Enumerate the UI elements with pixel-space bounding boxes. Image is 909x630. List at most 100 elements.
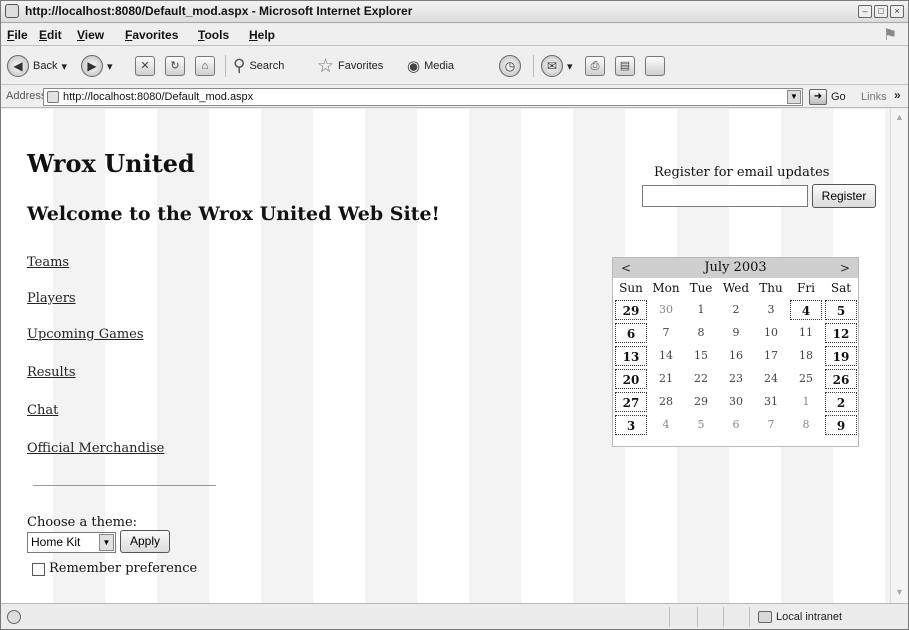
calendar-day[interactable]: 8 bbox=[790, 415, 822, 435]
calendar-day[interactable]: 4 bbox=[650, 415, 682, 435]
calendar-day[interactable]: 2 bbox=[825, 392, 857, 412]
chevron-down-icon[interactable]: ▼ bbox=[99, 534, 114, 551]
address-url: http://localhost:8080/Default_mod.aspx bbox=[63, 91, 254, 103]
calendar-day[interactable]: 4 bbox=[790, 300, 822, 320]
go-arrow-icon[interactable]: ➜ bbox=[809, 89, 827, 105]
mail-button[interactable]: ✉ ▾ bbox=[541, 53, 573, 79]
calendar-day[interactable]: 23 bbox=[720, 369, 752, 389]
calendar-day[interactable]: 12 bbox=[825, 323, 857, 343]
calendar-day[interactable]: 26 bbox=[825, 369, 857, 389]
calendar-day[interactable]: 31 bbox=[755, 392, 787, 412]
remember-preference-checkbox[interactable] bbox=[32, 563, 45, 576]
forward-dropdown-icon[interactable]: ▾ bbox=[107, 60, 113, 73]
back-dropdown-icon[interactable]: ▾ bbox=[61, 60, 67, 73]
links-label[interactable]: Links bbox=[861, 91, 887, 103]
calendar-day[interactable]: 5 bbox=[825, 300, 857, 320]
scroll-up-icon[interactable]: ▲ bbox=[893, 111, 906, 124]
register-button[interactable]: Register bbox=[812, 184, 876, 208]
calendar-day[interactable]: 21 bbox=[650, 369, 682, 389]
menu-file[interactable]: File bbox=[7, 28, 28, 42]
calendar-day[interactable]: 8 bbox=[685, 323, 717, 343]
calendar-day[interactable]: 25 bbox=[790, 369, 822, 389]
calendar-day[interactable]: 27 bbox=[615, 392, 647, 412]
apply-button[interactable]: Apply bbox=[120, 530, 170, 553]
calendar-day[interactable]: 2 bbox=[720, 300, 752, 320]
mail-dropdown-icon[interactable]: ▾ bbox=[567, 60, 573, 73]
calendar-day[interactable]: 16 bbox=[720, 346, 752, 366]
calendar-day[interactable]: 3 bbox=[755, 300, 787, 320]
nav-link-players[interactable]: Players bbox=[27, 291, 76, 306]
calendar-day[interactable]: 14 bbox=[650, 346, 682, 366]
minimize-icon[interactable]: – bbox=[858, 5, 872, 18]
windows-logo-icon: ⚑ bbox=[882, 27, 898, 44]
address-dropdown-icon[interactable]: ▼ bbox=[787, 90, 801, 104]
calendar-day[interactable]: 9 bbox=[720, 323, 752, 343]
calendar-weekday: Mon bbox=[652, 281, 680, 295]
calendar-day[interactable]: 6 bbox=[720, 415, 752, 435]
calendar-day[interactable]: 30 bbox=[650, 300, 682, 320]
calendar-day[interactable]: 9 bbox=[825, 415, 857, 435]
menu-tools[interactable]: Tools bbox=[198, 28, 229, 42]
calendar-day[interactable]: 29 bbox=[685, 392, 717, 412]
calendar-day[interactable]: 1 bbox=[790, 392, 822, 412]
search-button[interactable]: ⚲ Search bbox=[233, 53, 284, 79]
print-button[interactable]: ⎙ bbox=[585, 53, 605, 79]
menu-bar: File Edit View Favorites Tools Help ⚑ bbox=[1, 24, 908, 46]
nav-link-teams[interactable]: Teams bbox=[27, 255, 69, 270]
discuss-button[interactable] bbox=[645, 53, 665, 79]
status-divider bbox=[749, 607, 750, 627]
go-button[interactable]: Go bbox=[831, 91, 846, 103]
calendar-next-month[interactable]: > bbox=[840, 261, 850, 275]
theme-select[interactable]: Home Kit ▼ bbox=[27, 532, 116, 553]
calendar-day[interactable]: 24 bbox=[755, 369, 787, 389]
vertical-scrollbar[interactable]: ▲ ▼ bbox=[890, 109, 908, 603]
close-icon[interactable]: × bbox=[890, 5, 904, 18]
history-button[interactable]: ◷ bbox=[499, 53, 521, 79]
calendar-day[interactable]: 20 bbox=[615, 369, 647, 389]
calendar-day[interactable]: 19 bbox=[825, 346, 857, 366]
nav-link-official-merchandise[interactable]: Official Merchandise bbox=[27, 441, 164, 456]
menu-favorites[interactable]: Favorites bbox=[125, 28, 178, 42]
edit-button[interactable]: ▤ bbox=[615, 53, 635, 79]
site-title: Wrox United bbox=[27, 149, 195, 178]
calendar-day[interactable]: 7 bbox=[755, 415, 787, 435]
calendar-day[interactable]: 18 bbox=[790, 346, 822, 366]
register-label: Register for email updates bbox=[654, 165, 830, 180]
calendar-day[interactable]: 30 bbox=[720, 392, 752, 412]
calendar-day[interactable]: 29 bbox=[615, 300, 647, 320]
menu-help[interactable]: Help bbox=[249, 28, 275, 42]
menu-view[interactable]: View bbox=[77, 28, 104, 42]
email-field[interactable] bbox=[642, 185, 808, 207]
stop-button[interactable]: ✕ bbox=[135, 53, 155, 79]
calendar-day[interactable]: 22 bbox=[685, 369, 717, 389]
nav-link-results[interactable]: Results bbox=[27, 365, 76, 380]
scroll-down-icon[interactable]: ▼ bbox=[893, 586, 906, 599]
calendar-day[interactable]: 11 bbox=[790, 323, 822, 343]
forward-button[interactable]: ▶ ▾ bbox=[81, 53, 113, 79]
calendar-day[interactable]: 5 bbox=[685, 415, 717, 435]
refresh-button[interactable]: ↻ bbox=[165, 53, 185, 79]
calendar-day[interactable]: 15 bbox=[685, 346, 717, 366]
menu-edit[interactable]: Edit bbox=[39, 28, 62, 42]
local-intranet-icon bbox=[758, 611, 772, 623]
remember-preference-label: Remember preference bbox=[49, 561, 198, 576]
calendar-day[interactable]: 1 bbox=[685, 300, 717, 320]
calendar-day[interactable]: 28 bbox=[650, 392, 682, 412]
favorites-button[interactable]: ☆ Favorites bbox=[317, 53, 383, 79]
address-input[interactable]: http://localhost:8080/Default_mod.aspx ▼ bbox=[43, 88, 803, 106]
links-chevron-icon[interactable]: » bbox=[894, 88, 901, 102]
calendar-day[interactable]: 3 bbox=[615, 415, 647, 435]
media-button[interactable]: ◉ Media bbox=[407, 53, 454, 79]
status-divider bbox=[697, 607, 698, 627]
calendar-day[interactable]: 6 bbox=[615, 323, 647, 343]
maximize-icon[interactable]: □ bbox=[874, 5, 888, 18]
calendar-day[interactable]: 7 bbox=[650, 323, 682, 343]
back-button[interactable]: ◀ Back ▾ bbox=[7, 53, 67, 79]
nav-link-upcoming-games[interactable]: Upcoming Games bbox=[27, 327, 144, 342]
calendar-day[interactable]: 10 bbox=[755, 323, 787, 343]
history-icon: ◷ bbox=[499, 55, 521, 77]
nav-link-chat[interactable]: Chat bbox=[27, 403, 58, 418]
calendar-day[interactable]: 13 bbox=[615, 346, 647, 366]
home-button[interactable]: ⌂ bbox=[195, 53, 215, 79]
calendar-day[interactable]: 17 bbox=[755, 346, 787, 366]
